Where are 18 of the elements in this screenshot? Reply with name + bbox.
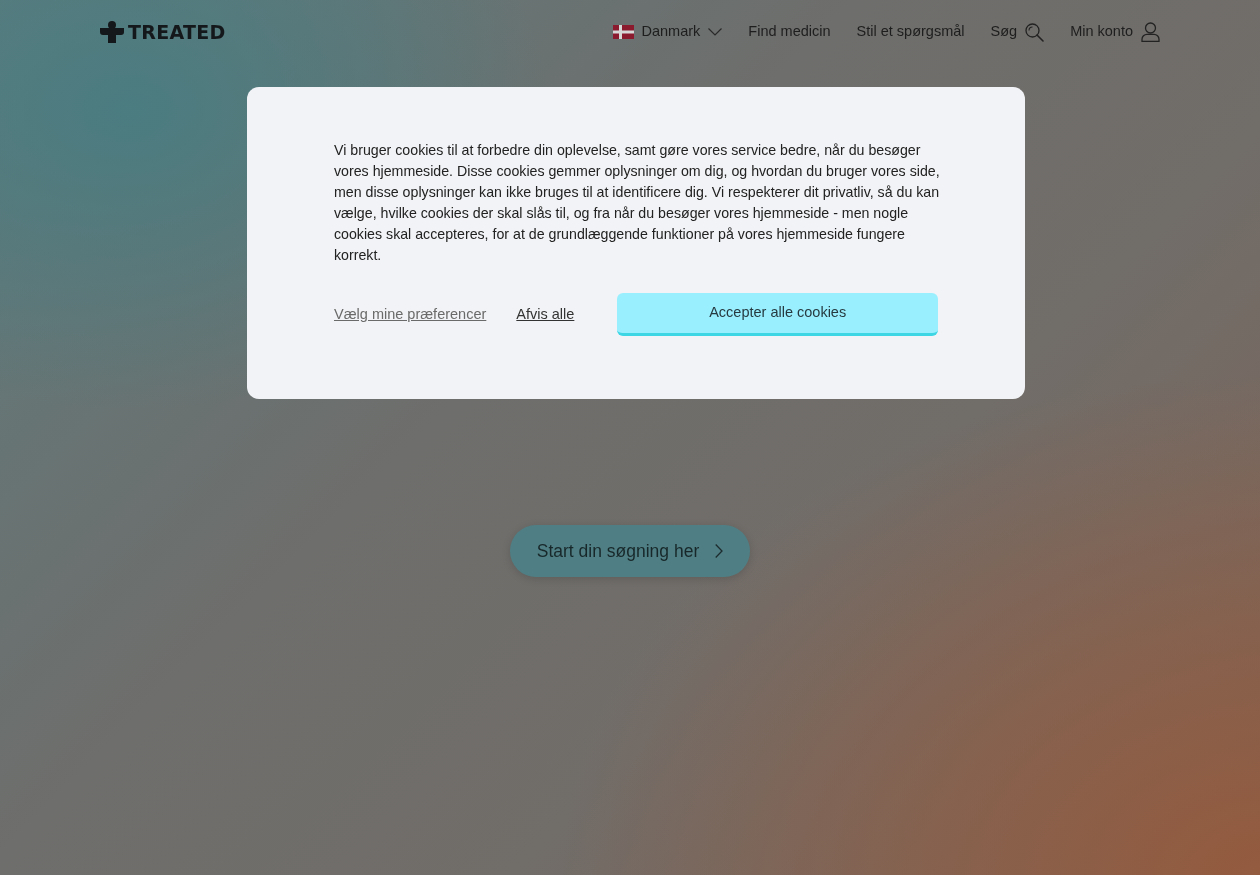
cross-logo-icon (100, 21, 124, 43)
nav-link[interactable]: Stil et spørgsmål (856, 21, 965, 43)
cookie-message: Vi bruger cookies til at forbedre din oplevelse, samt gøre vores service bedre, når du besøger vores hjemmeside. Disse cookies gemmer oplysninger om dig, og hvordan du bruger vores side, men disse oplysninger kan ikke bruges til at identificere dig. Vi respekterer dit privatliv, så du kan vælge, hvilke cookies der skal slås til, og fra når du besøger vores hjemmeside - men nogle cookies skal accepteres, for at de grundlæggende funktioner på vores hjemmeside fungere korrekt. (334, 141, 940, 265)
start-search-button[interactable]: Start din søgning her (510, 525, 750, 577)
nav-link[interactable]: Find medicin (748, 21, 831, 43)
chevron-down-icon (708, 28, 723, 36)
search-icon (1025, 22, 1045, 42)
flag-icon (612, 25, 634, 39)
search-link[interactable]: Søg (990, 21, 1045, 43)
accept-all-button[interactable]: Accepter alle cookies (617, 293, 938, 336)
chevron-right-icon (715, 544, 724, 558)
preferences-link[interactable]: Vælg mine præferencer (334, 303, 487, 326)
user-icon (1141, 22, 1160, 42)
reject-all-link[interactable]: Afvis alle (516, 303, 575, 326)
account-link[interactable]: Min konto (1070, 21, 1160, 43)
logo-text: TREATED (128, 22, 226, 42)
country-selector[interactable]: Danmark (612, 21, 723, 43)
logo-link[interactable]: TREATED (100, 21, 226, 43)
